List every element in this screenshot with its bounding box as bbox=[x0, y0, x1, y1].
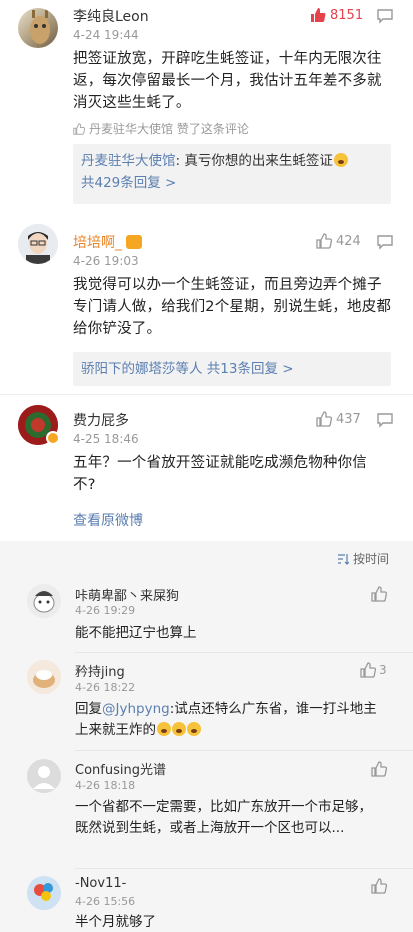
reply-icon[interactable] bbox=[376, 8, 394, 24]
reply-separator bbox=[75, 750, 413, 751]
sort-by-time-button[interactable]: 按时间 bbox=[337, 550, 389, 567]
like-count: 437 bbox=[336, 411, 361, 427]
like-button[interactable]: 437 bbox=[316, 411, 361, 427]
food-avatar-image bbox=[27, 660, 61, 694]
thumbs-up-icon[interactable] bbox=[371, 586, 387, 602]
reply-preview-line: 丹麦驻华大使馆: 真亏你想的出来生蚝签证 bbox=[81, 150, 383, 172]
giraffe-avatar-image bbox=[30, 10, 50, 44]
avatar[interactable] bbox=[27, 876, 61, 910]
reply-author[interactable]: 咔萌卑鄙丶来屎狗 bbox=[75, 585, 179, 604]
reply-author[interactable]: -Nov11- bbox=[75, 876, 126, 891]
thumbs-up-outline-icon bbox=[73, 122, 85, 135]
author-name[interactable]: 李纯良Leon bbox=[73, 6, 149, 26]
thumbs-up-icon bbox=[316, 411, 332, 427]
surprised-emoji-icon bbox=[172, 722, 186, 736]
like-count: 424 bbox=[336, 233, 361, 249]
reply-time: 4-26 18:22 bbox=[75, 681, 136, 694]
thumbs-up-icon bbox=[311, 8, 326, 22]
liked-by-row: 丹麦驻华大使馆 赞了这条评论 bbox=[73, 120, 249, 137]
author-name[interactable]: 费力屁多 bbox=[73, 410, 129, 430]
sort-label: 按时间 bbox=[352, 552, 389, 566]
mention-link[interactable]: @Jyhpyng bbox=[102, 701, 170, 717]
comment-text: 我觉得可以办一个生蚝签证，而且旁边弄个摊子专门请人做，给我们2个星期，别说生蚝，… bbox=[73, 277, 392, 337]
avatar[interactable] bbox=[27, 660, 61, 694]
like-count: 3 bbox=[379, 663, 387, 677]
member-badge-icon bbox=[126, 235, 143, 249]
reply-separator bbox=[75, 868, 413, 869]
author-name[interactable]: 培培啊_ bbox=[73, 232, 143, 252]
reply-text: 能不能把辽宁也算上 bbox=[75, 625, 197, 641]
avatar[interactable] bbox=[27, 584, 61, 618]
like-button[interactable]: 3 bbox=[360, 662, 387, 678]
reply-time: 4-26 18:18 bbox=[75, 779, 136, 792]
avatar[interactable] bbox=[18, 8, 58, 48]
cartoon-avatar-image bbox=[27, 584, 61, 618]
reply-preview-box[interactable]: 丹麦驻华大使馆: 真亏你想的出来生蚝签证 共429条回复 > bbox=[73, 144, 391, 204]
thumbs-up-icon bbox=[316, 233, 332, 249]
comment-text: 把签证放宽，开辟吃生蚝签证，十年内无限次往返，每次停留最长一个月，我估计五年差不… bbox=[73, 51, 382, 111]
reply-text: 回复@Jyhpyng:试点还特么广东省，谁一打斗地主上来就王炸的 bbox=[75, 699, 385, 741]
reply-separator bbox=[75, 652, 413, 653]
reply-text: 半个月就够了 bbox=[75, 914, 156, 930]
reply-time: 4-26 19:29 bbox=[75, 604, 136, 617]
vip-badge-icon bbox=[46, 431, 60, 445]
default-avatar-image bbox=[27, 759, 61, 793]
avatar[interactable] bbox=[27, 759, 61, 793]
comment-time: 4-24 19:44 bbox=[73, 28, 139, 42]
section-divider bbox=[0, 394, 413, 395]
balloon-avatar-image bbox=[27, 876, 61, 910]
thumbs-up-icon[interactable] bbox=[371, 878, 387, 894]
comment-time: 4-26 19:03 bbox=[73, 254, 139, 268]
liked-by-text: 丹麦驻华大使馆 赞了这条评论 bbox=[89, 122, 249, 136]
comment-time: 4-25 18:46 bbox=[73, 432, 139, 446]
sort-icon bbox=[337, 553, 349, 565]
reply-author[interactable]: 矜持jing bbox=[75, 661, 125, 680]
comment-text: 五年？一个省放开签证就能吃成濒危物种你信不? bbox=[73, 455, 367, 493]
avatar[interactable] bbox=[18, 224, 58, 264]
like-button[interactable]: 8151 bbox=[310, 7, 363, 23]
laughing-emoji-icon bbox=[333, 153, 348, 167]
author-name-text: 培培啊_ bbox=[73, 235, 122, 251]
reply-icon[interactable] bbox=[376, 234, 394, 250]
surprised-emoji-icon bbox=[187, 722, 201, 736]
person-avatar-image bbox=[18, 224, 58, 264]
reply-preview-text: : 真亏你想的出来生蚝签证 bbox=[175, 153, 333, 169]
reply-time: 4-26 15:56 bbox=[75, 895, 136, 908]
surprised-emoji-icon bbox=[157, 722, 171, 736]
reply-author[interactable]: Confusing光谱 bbox=[75, 759, 166, 778]
reply-preview-author[interactable]: 丹麦驻华大使馆 bbox=[81, 153, 176, 169]
like-count: 8151 bbox=[330, 7, 364, 23]
reply-count-link[interactable]: 共429条回复 > bbox=[81, 172, 383, 194]
like-button[interactable]: 424 bbox=[316, 233, 361, 249]
reply-icon[interactable] bbox=[376, 412, 394, 428]
reply-prefix: 回复 bbox=[75, 701, 102, 717]
thumbs-up-icon bbox=[360, 662, 376, 678]
thumbs-up-icon[interactable] bbox=[371, 761, 387, 777]
reply-text: 一个省都不一定需要，比如广东放开一个市足够，既然说到生蚝，或者上海放开一个区也可… bbox=[75, 799, 372, 836]
reply-summary-link[interactable]: 骄阳下的娜塔莎等人 共13条回复 > bbox=[73, 352, 391, 386]
view-original-link[interactable]: 查看原微博 bbox=[73, 510, 143, 530]
